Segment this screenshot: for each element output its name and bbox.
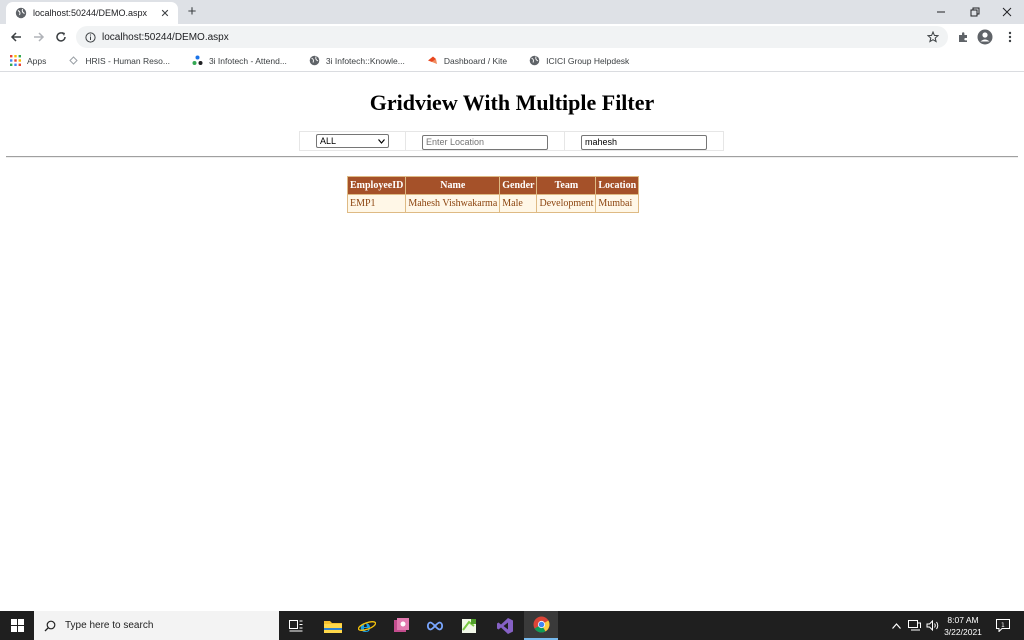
windows-taskbar: Type here to search e 8:07 AM 3/22/2021 … — [0, 611, 1024, 640]
column-header-gender[interactable]: Gender — [499, 176, 538, 195]
star-bookmark-icon[interactable] — [927, 31, 939, 43]
tab-title: localhost:50244/DEMO.aspx — [33, 8, 148, 18]
gender-filter-dropdown[interactable]: ALL — [316, 134, 389, 148]
taskbar-clock[interactable]: 8:07 AM 3/22/2021 — [940, 614, 986, 638]
cell-location: Mumbai — [595, 194, 640, 213]
horizontal-divider — [6, 156, 1018, 158]
bookmark-hris[interactable]: HRIS - Human Reso... — [68, 55, 170, 66]
browser-toolbar: localhost:50244/DEMO.aspx — [0, 24, 1024, 50]
filter-cell-location — [405, 131, 565, 151]
bookmark-kite-dashboard[interactable]: Dashboard / Kite — [427, 55, 507, 66]
filter-cell-name — [564, 131, 724, 151]
taskbar-search-box[interactable]: Type here to search — [34, 611, 279, 640]
column-header-name[interactable]: Name — [405, 176, 501, 195]
browser-tab-strip: localhost:50244/DEMO.aspx ✕ + — [0, 0, 1024, 24]
svg-text:1: 1 — [1001, 622, 1005, 629]
column-header-location[interactable]: Location — [595, 176, 640, 195]
bookmark-label: 3i Infotech::Knowle... — [325, 55, 405, 66]
bookmark-icici-helpdesk[interactable]: ICICI Group Helpdesk — [529, 55, 629, 66]
filter-cell-dropdown: ALL — [299, 131, 406, 151]
hris-icon — [68, 55, 79, 66]
address-bar[interactable]: localhost:50244/DEMO.aspx — [76, 26, 948, 48]
bookmark-3i-infotech-knowledge[interactable]: 3i Infotech::Knowle... — [309, 55, 405, 66]
bookmark-label: 3i Infotech - Attend... — [208, 55, 287, 66]
reload-icon[interactable] — [53, 29, 69, 45]
volume-icon[interactable] — [926, 611, 939, 640]
bookmark-3i-infotech-attendance[interactable]: 3i Infotech - Attend... — [192, 55, 287, 66]
svg-text:e: e — [360, 617, 371, 635]
apps-grid-icon — [10, 55, 21, 66]
close-tab-icon[interactable]: ✕ — [158, 6, 172, 20]
globe-icon — [15, 7, 27, 19]
filter-bar: ALL — [299, 131, 724, 151]
menu-kebab-icon[interactable] — [1002, 29, 1018, 45]
bookmark-label: HRIS - Human Reso... — [85, 55, 170, 66]
globe-icon — [529, 55, 540, 66]
dropdown-selected-value: ALL — [320, 136, 337, 146]
column-header-team[interactable]: Team — [536, 176, 597, 195]
windows-start-button[interactable] — [0, 611, 34, 640]
forward-arrow-icon[interactable] — [31, 29, 47, 45]
bookmark-apps[interactable]: Apps — [10, 55, 46, 66]
visual-studio-icon[interactable] — [488, 611, 522, 640]
name-filter-input[interactable] — [581, 134, 707, 150]
extensions-puzzle-icon[interactable] — [955, 29, 971, 45]
search-placeholder: Type here to search — [65, 620, 154, 631]
search-icon — [44, 620, 56, 632]
cell-name: Mahesh Vishwakarma — [405, 194, 501, 213]
restore-button[interactable] — [958, 0, 992, 24]
network-icon[interactable] — [908, 611, 921, 640]
chevron-down-icon — [378, 138, 385, 144]
back-arrow-icon[interactable] — [8, 29, 24, 45]
notification-center-icon[interactable]: 1 — [996, 611, 1010, 640]
show-hidden-icons-chevron-icon[interactable] — [892, 611, 901, 640]
cell-team: Development — [536, 194, 597, 213]
3i-infotech-icon — [192, 55, 203, 66]
cell-employeeid: EMP1 — [346, 194, 407, 213]
new-tab-button[interactable]: + — [184, 3, 200, 19]
kite-icon — [427, 55, 438, 66]
url-text: localhost:50244/DEMO.aspx — [102, 31, 229, 43]
info-icon[interactable] — [85, 31, 96, 43]
task-view-icon[interactable] — [279, 611, 313, 640]
globe-icon — [309, 55, 320, 66]
chrome-icon[interactable] — [524, 611, 558, 640]
infinity-app-icon[interactable] — [418, 611, 452, 640]
grid-header-row: EmployeeID Name Gender Team Location — [346, 176, 640, 195]
web-page: Gridview With Multiple Filter ALL Enter … — [0, 72, 1024, 611]
media-app-icon[interactable] — [384, 611, 418, 640]
file-explorer-icon[interactable] — [316, 611, 350, 640]
bookmark-label: Dashboard / Kite — [443, 55, 508, 66]
column-header-employeeid[interactable]: EmployeeID — [346, 176, 407, 195]
internet-explorer-icon[interactable]: e — [350, 611, 384, 640]
browser-tab[interactable]: localhost:50244/DEMO.aspx ✕ — [6, 2, 178, 24]
table-row: EMP1 Mahesh Vishwakarma Male Development… — [346, 194, 640, 213]
bookmark-label: ICICI Group Helpdesk — [546, 55, 630, 66]
employee-gridview: EmployeeID Name Gender Team Location EMP… — [346, 176, 640, 213]
cell-gender: Male — [499, 194, 538, 213]
profile-avatar-icon[interactable] — [977, 29, 993, 45]
minimize-button[interactable] — [924, 0, 958, 24]
close-window-button[interactable] — [990, 0, 1024, 24]
notepad-plus-icon[interactable] — [452, 611, 486, 640]
bookmarks-bar: Apps HRIS - Human Reso... 3i Infotech - … — [0, 50, 1024, 72]
page-title: Gridview With Multiple Filter — [369, 90, 655, 115]
clock-time: 8:07 AM — [947, 615, 979, 625]
location-filter-input[interactable] — [422, 134, 548, 150]
bookmark-label: Apps — [27, 55, 47, 66]
clock-date: 3/22/2021 — [944, 627, 982, 637]
